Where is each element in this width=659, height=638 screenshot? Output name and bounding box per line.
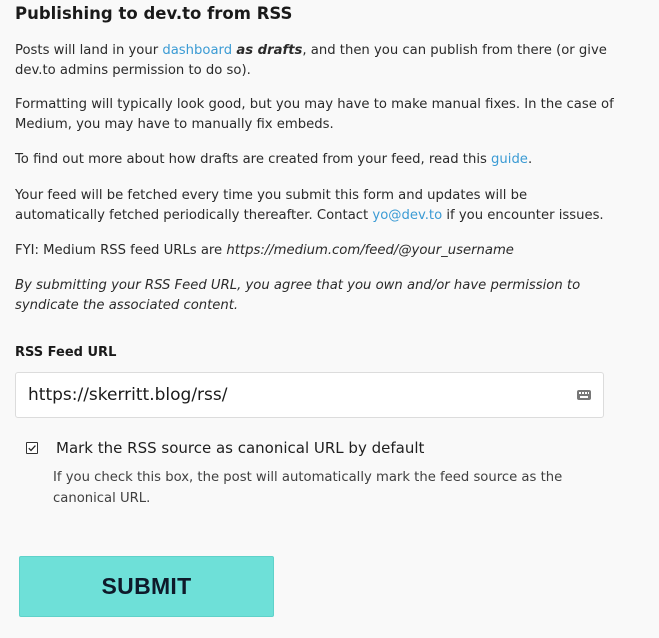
intro-paragraph-medium: FYI: Medium RSS feed URLs are https://me… [15,241,615,261]
intro-paragraph-guide: To find out more about how drafts are cr… [15,150,615,170]
submit-button[interactable]: SUBMIT [19,556,274,617]
canonical-url-checkbox[interactable] [26,442,38,454]
intro-paragraph-fetching: Your feed will be fetched every time you… [15,186,615,226]
contact-email-link[interactable]: yo@dev.to [372,208,442,223]
medium-feed-url-example: https://medium.com/feed/@your_username [226,243,514,258]
keyboard-icon[interactable] [577,390,591,400]
intro-text: if you encounter issues. [442,208,604,223]
canonical-url-option[interactable]: Mark the RSS source as canonical URL by … [26,437,424,459]
drafts-emphasis: as drafts [236,43,303,58]
intro-paragraph-formatting: Formatting will typically look good, but… [15,97,614,132]
intro-text: To find out more about how drafts are cr… [15,152,492,167]
guide-link[interactable]: guide [491,152,528,167]
agreement-text: By submitting your RSS Feed URL, you agr… [15,278,581,313]
intro-paragraph-drafts: Posts will land in your dashboard as dra… [15,41,615,81]
rss-feed-url-field[interactable] [15,372,604,418]
intro-paragraph-agreement: By submitting your RSS Feed URL, you agr… [15,276,615,316]
canonical-url-label[interactable]: Mark the RSS source as canonical URL by … [56,439,424,457]
intro-text: . [527,152,533,167]
checkmark-icon [28,445,36,452]
page-title: Publishing to dev.to from RSS [15,4,293,23]
dashboard-link[interactable]: dashboard [162,43,232,58]
intro-text: FYI: Medium RSS feed URLs are [15,243,227,258]
canonical-url-help: If you check this box, the post will aut… [53,470,563,506]
rss-feed-url-input[interactable] [28,373,568,417]
rss-feed-url-label: RSS Feed URL [15,345,117,360]
intro-text: Posts will land in your [15,43,163,58]
